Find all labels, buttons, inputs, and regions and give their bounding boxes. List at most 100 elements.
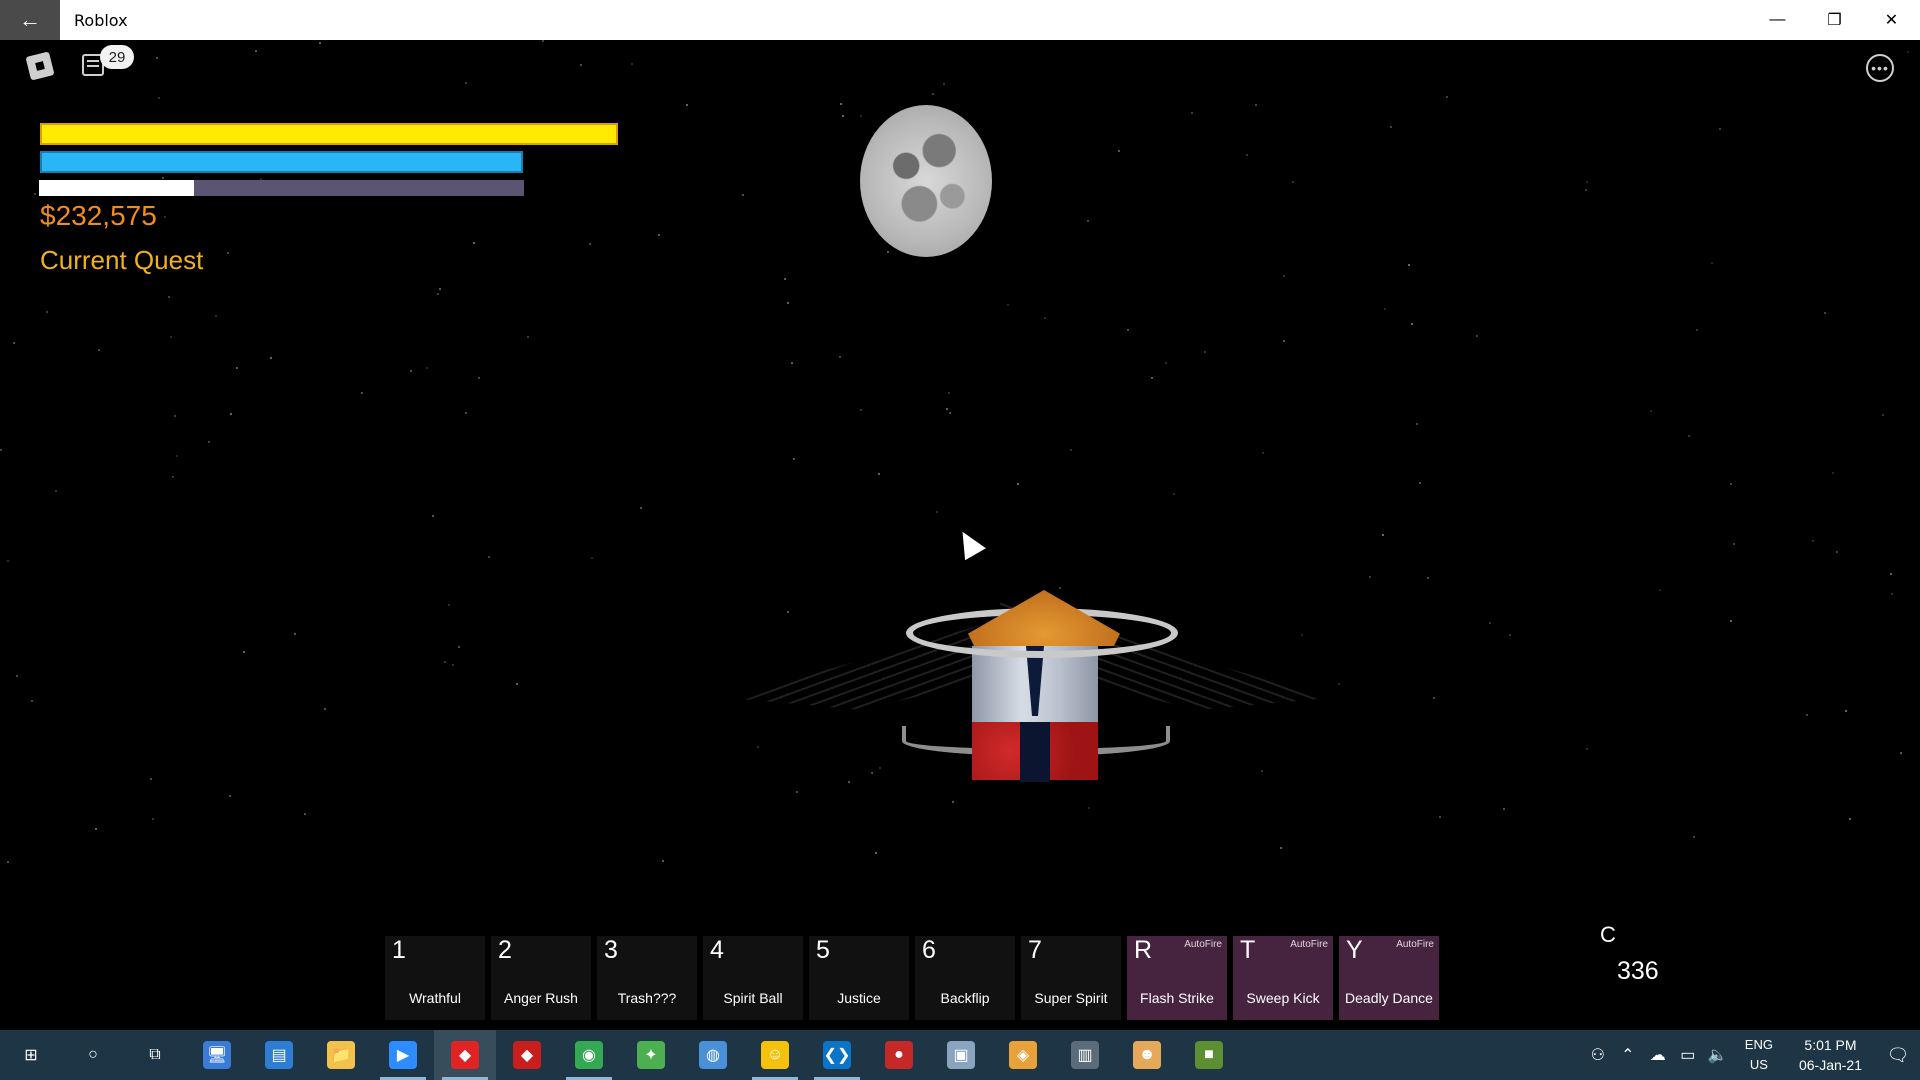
taskbar-button[interactable]: ○ bbox=[62, 1030, 124, 1080]
current-quest-label[interactable]: Current Quest bbox=[40, 245, 203, 276]
volume-icon[interactable]: 🔈 bbox=[1703, 1045, 1733, 1065]
star bbox=[1127, 329, 1129, 331]
taskbar-button[interactable]: ⊞ bbox=[0, 1030, 62, 1080]
star bbox=[319, 42, 321, 44]
minimize-button[interactable]: — bbox=[1749, 0, 1806, 40]
taskbar-button[interactable]: 📁 bbox=[310, 1030, 372, 1080]
hotbar-slot-key: 3 bbox=[604, 936, 618, 964]
hotbar-slot[interactable]: 4 Spirit Ball bbox=[703, 936, 803, 1020]
roblox-app-icon: ◆ bbox=[451, 1041, 479, 1069]
star bbox=[860, 409, 862, 411]
window-controls: — ❐ ✕ bbox=[1749, 0, 1920, 40]
hotbar-slot-key: 7 bbox=[1028, 936, 1042, 964]
restore-icon: ❐ bbox=[1827, 12, 1842, 29]
star bbox=[1070, 449, 1072, 451]
star bbox=[1118, 150, 1120, 152]
taskbar-button[interactable]: ◍ bbox=[682, 1030, 744, 1080]
people-icon[interactable]: ⚇ bbox=[1583, 1045, 1613, 1065]
star bbox=[227, 252, 229, 254]
taskbar-button[interactable]: ◆ bbox=[434, 1030, 496, 1080]
star bbox=[243, 651, 245, 653]
hotbar-slot-key: 5 bbox=[816, 936, 830, 964]
star bbox=[1882, 414, 1884, 416]
taskbar-button[interactable]: ◈ bbox=[992, 1030, 1054, 1080]
roblox-studio-icon: ◆ bbox=[513, 1041, 541, 1069]
taskbar-button[interactable]: ▶ bbox=[372, 1030, 434, 1080]
clock[interactable]: 5:01 PM 06-Jan-21 bbox=[1799, 1035, 1862, 1075]
globe-app-icon: ◍ bbox=[699, 1041, 727, 1069]
chevron-up-icon[interactable]: ⌃ bbox=[1613, 1045, 1643, 1065]
hotbar-slot[interactable]: Y AutoFire Deadly Dance bbox=[1339, 936, 1439, 1020]
start-icon: ⊞ bbox=[24, 1047, 38, 1064]
ki-bar bbox=[40, 151, 523, 173]
taskbar-button[interactable]: 🖥 bbox=[186, 1030, 248, 1080]
taskbar-button[interactable]: ◉ bbox=[558, 1030, 620, 1080]
star bbox=[591, 557, 593, 559]
notifications-icon[interactable]: 🗨 bbox=[1876, 1045, 1920, 1066]
hotbar-slot[interactable]: 5 Justice bbox=[809, 936, 909, 1020]
hotbar-slot-label: Anger Rush bbox=[504, 990, 578, 1006]
star bbox=[1087, 220, 1089, 222]
star bbox=[16, 675, 18, 677]
taskbar-button[interactable]: ⧉ bbox=[124, 1030, 186, 1080]
star bbox=[1836, 551, 1838, 553]
onedrive-icon[interactable]: ☁ bbox=[1643, 1045, 1673, 1065]
taskbar-button[interactable]: ☻ bbox=[1116, 1030, 1178, 1080]
star bbox=[1017, 483, 1019, 485]
star bbox=[1688, 435, 1690, 437]
hotbar-slot[interactable]: R AutoFire Flash Strike bbox=[1127, 936, 1227, 1020]
taskbar-button[interactable]: ☺ bbox=[744, 1030, 806, 1080]
taskbar-button[interactable]: ✦ bbox=[620, 1030, 682, 1080]
hotbar-slot[interactable]: 2 Anger Rush bbox=[491, 936, 591, 1020]
hotbar-slot[interactable]: 7 Super Spirit bbox=[1021, 936, 1121, 1020]
hotbar-slot[interactable]: 3 Trash??? bbox=[597, 936, 697, 1020]
taskbar-button[interactable]: ▥ bbox=[1054, 1030, 1116, 1080]
star bbox=[1586, 181, 1588, 183]
money-display: $232,575 bbox=[40, 200, 157, 231]
emoji-app-icon: ☺ bbox=[761, 1041, 789, 1069]
vscode-icon: ❮❯ bbox=[823, 1041, 851, 1069]
star bbox=[465, 412, 467, 414]
star bbox=[1165, 362, 1167, 364]
star bbox=[1191, 112, 1193, 114]
star bbox=[7, 560, 9, 562]
taskbar-button[interactable]: ● bbox=[868, 1030, 930, 1080]
star bbox=[1283, 340, 1285, 342]
hotbar-slot[interactable]: 1 Wrathful bbox=[385, 936, 485, 1020]
window-titlebar: ← Roblox — ❐ ✕ bbox=[0, 0, 1920, 40]
character-belt bbox=[1020, 722, 1050, 782]
star bbox=[46, 311, 48, 313]
star bbox=[432, 515, 434, 517]
close-button[interactable]: ✕ bbox=[1863, 0, 1920, 40]
skill-hotbar: 1 Wrathful 2 Anger Rush 3 Trash??? 4 Spirit Bal… bbox=[385, 936, 1439, 1020]
game-viewport[interactable]: 29 ••• $232,575 Current Quest 1 Wrathful 2… bbox=[0, 40, 1920, 1030]
hotbar-slot[interactable]: T AutoFire Sweep Kick bbox=[1233, 936, 1333, 1020]
network-icon[interactable]: ▭ bbox=[1673, 1045, 1703, 1065]
star bbox=[1907, 51, 1909, 53]
taskbar-button[interactable]: ■ bbox=[1178, 1030, 1240, 1080]
star bbox=[95, 828, 97, 830]
taskbar-button[interactable]: ▣ bbox=[930, 1030, 992, 1080]
restore-button[interactable]: ❐ bbox=[1806, 0, 1863, 40]
hotbar-slot[interactable]: 6 Backflip bbox=[915, 936, 1015, 1020]
star bbox=[842, 115, 844, 117]
roblox-menu-icon[interactable] bbox=[25, 51, 55, 81]
taskbar-button[interactable]: ◆ bbox=[496, 1030, 558, 1080]
star bbox=[1427, 577, 1429, 579]
star bbox=[304, 813, 306, 815]
star bbox=[150, 778, 152, 780]
star bbox=[658, 234, 660, 236]
language-indicator[interactable]: ENG US bbox=[1745, 1035, 1773, 1075]
hotbar-slot-label: Sweep Kick bbox=[1246, 990, 1320, 1006]
chrome-icon: ◉ bbox=[575, 1041, 603, 1069]
star bbox=[640, 507, 642, 509]
back-button[interactable]: ← bbox=[0, 0, 60, 40]
star bbox=[932, 93, 934, 95]
hotbar-slot-key: R bbox=[1134, 936, 1153, 964]
taskbar-button[interactable]: ❮❯ bbox=[806, 1030, 868, 1080]
file-explorer-icon: 📁 bbox=[327, 1041, 355, 1069]
star bbox=[1044, 317, 1046, 319]
star bbox=[1476, 335, 1478, 337]
more-options-icon[interactable]: ••• bbox=[1866, 54, 1894, 82]
taskbar-button[interactable]: ▤ bbox=[248, 1030, 310, 1080]
